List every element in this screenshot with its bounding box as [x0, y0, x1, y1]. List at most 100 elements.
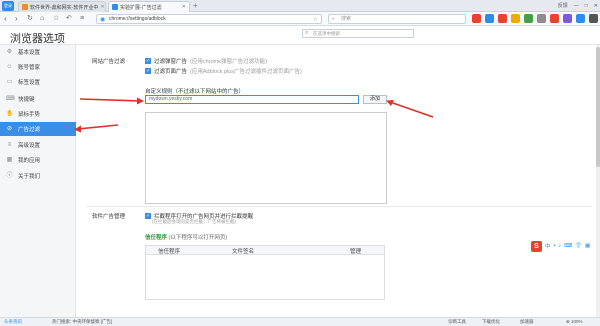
column-header: 信任程序 — [158, 249, 181, 255]
maximize-button[interactable]: □ — [585, 0, 588, 12]
tab-adblock[interactable]: 实验扩展-广告过滤 ✕ — [108, 1, 190, 12]
zoom-level[interactable]: ⊕ 100% — [566, 319, 583, 325]
extension-icon[interactable] — [485, 14, 494, 23]
arrow-to-input — [79, 98, 142, 102]
tab-favicon — [112, 4, 118, 10]
popup-filter-option[interactable]: ✓ 过滤弹窗广告 (应用chrome弹窗广告过滤功能) — [145, 57, 267, 65]
ime-toolbar[interactable]: S 中 • ♪ ⌨ 👕 ▦ — [531, 240, 597, 252]
page-filter-option[interactable]: ✓ 过滤页面广告 (应用Adblock plus广告过滤插件过滤页面广告) — [145, 67, 302, 75]
intercept-checkbox[interactable]: ✓ — [145, 213, 151, 219]
arrow-to-add-button — [389, 101, 434, 118]
menu-icon[interactable]: ≡ — [80, 14, 84, 24]
arrowhead — [386, 100, 394, 106]
settings-search-placeholder: 在选项中搜索 — [313, 31, 340, 36]
sidebar-item-label: 快捷键 — [18, 97, 35, 103]
punctuation-icon[interactable]: • — [554, 243, 556, 249]
column-header: 文件签名 — [232, 249, 255, 255]
search-icon: ⌕ — [332, 16, 335, 22]
extension-icon[interactable] — [498, 14, 507, 23]
tab-bar: 登录 软件世界-鼎和网实·软件开业中 ✕ 实验扩展-广告过滤 ✕ + 反馈 — … — [0, 0, 600, 12]
sidebar-item-apps[interactable]: ▦ 我的应用 — [0, 153, 76, 167]
column-header: 管理 — [350, 249, 362, 255]
intercept-hint: (在拦截后会询问是否拦截，广告将被拦截) — [152, 219, 236, 224]
star-icon[interactable]: ☆ — [313, 16, 318, 23]
mouse-icon: ✋ — [6, 110, 14, 117]
refresh-icon[interactable]: ↻ — [27, 14, 33, 24]
tab-label: 软件世界-鼎和网实·软件开业中 — [30, 4, 99, 11]
rule-list[interactable] — [145, 112, 387, 204]
new-tab-button[interactable]: + — [193, 1, 198, 11]
custom-rule-input[interactable]: mydown.yesky.com — [145, 95, 359, 104]
program-section-label: 软件广告管理 — [92, 214, 126, 220]
browser-logo[interactable]: 登录 — [2, 1, 14, 11]
sidebar-item-tabs[interactable]: ▭ 标签设置 — [0, 75, 76, 89]
option-hint: (应用Adblock plus广告过滤插件过滤页面广告) — [190, 69, 302, 75]
extension-icon[interactable] — [563, 14, 572, 23]
extension-icon[interactable] — [537, 14, 546, 23]
search-input[interactable]: ⌕ 搜索 — [328, 14, 466, 24]
address-text: chrome://settings/adblock — [109, 16, 166, 22]
arrow-to-sidebar-adblock — [77, 124, 119, 130]
gear-icon: ⚙ — [6, 48, 13, 55]
minimize-button[interactable]: — — [574, 0, 579, 12]
sogou-logo-icon[interactable]: S — [531, 240, 542, 252]
settings-sidebar: ⚙ 基本设置 ☺ 账号管家 ▭ 标签设置 ⌨ 快捷键 ✋ 鼠标手势 ⊘ 广告过滤… — [0, 45, 76, 317]
main-scrollbar[interactable] — [596, 45, 600, 317]
header-divider — [0, 44, 600, 45]
tab-label: 实验扩展-广告过滤 — [120, 4, 162, 11]
sidebar-item-advanced[interactable]: ≡ 高级设置 — [0, 138, 76, 152]
keyboard-icon[interactable]: ⌨ — [564, 243, 572, 249]
tab-icon: ▭ — [6, 78, 13, 85]
undo-icon[interactable]: ↶ — [66, 14, 72, 24]
skin-icon[interactable]: 👕 — [575, 243, 582, 249]
toolbox-icon[interactable]: ▦ — [585, 243, 590, 249]
keyboard-icon: ⌨ — [6, 95, 15, 102]
sidebar-item-gestures[interactable]: ✋ 鼠标手势 — [0, 107, 76, 121]
address-bar[interactable]: ◉ chrome://settings/adblock ☆ — [96, 14, 322, 24]
navigation-toolbar: ‹ › ↻ ⌂ ☆ ↶ ≡ ◉ chrome://settings/adbloc… — [0, 12, 600, 26]
whitelist-hint: (以下程序可以打开网页) — [168, 235, 228, 241]
voice-icon[interactable]: ♪ — [558, 243, 561, 249]
page-filter-checkbox[interactable]: ✓ — [145, 68, 151, 74]
forward-icon[interactable]: › — [15, 14, 18, 24]
info-icon: ⓘ — [6, 172, 13, 179]
chinese-mode-icon[interactable]: 中 — [545, 242, 551, 250]
accelerator-button[interactable]: 加速器 — [520, 319, 534, 325]
diagnose-button[interactable]: 诊断工具 — [448, 319, 466, 325]
advanced-icon: ≡ — [7, 141, 12, 148]
block-icon: ⊘ — [6, 125, 13, 132]
download-button[interactable]: 下载优化 — [482, 319, 500, 325]
hot-search-text[interactable]: 热门搜索: 中央环保督察 [广告] — [52, 319, 112, 325]
option-label: 过滤弹窗广告 — [154, 59, 188, 65]
popup-filter-checkbox[interactable]: ✓ — [145, 58, 151, 64]
sidebar-item-shortcuts[interactable]: ⌨ 快捷键 — [0, 92, 76, 106]
tab-softworld[interactable]: 软件世界-鼎和网实·软件开业中 ✕ — [18, 1, 106, 12]
close-icon[interactable]: ✕ — [100, 4, 104, 10]
extension-icon[interactable] — [550, 14, 559, 23]
feedback-button[interactable]: 反馈 — [558, 0, 568, 12]
extension-icon[interactable] — [472, 14, 481, 23]
close-icon[interactable]: ✕ — [182, 4, 186, 10]
option-hint: (应用chrome弹窗广告过滤功能) — [190, 59, 268, 65]
extension-icon[interactable] — [576, 14, 585, 23]
extension-icon[interactable] — [524, 14, 533, 23]
arrowhead — [137, 97, 144, 105]
sidebar-item-about[interactable]: ⓘ 关于我们 — [0, 169, 76, 183]
settings-search-input[interactable]: ⌕ 在选项中搜索 — [302, 29, 414, 38]
extension-icons — [472, 14, 598, 23]
sidebar-item-adblock[interactable]: ⊘ 广告过滤 — [0, 122, 76, 136]
bookmark-icon[interactable]: ☆ — [53, 14, 59, 24]
sidebar-item-basic[interactable]: ⚙ 基本设置 — [0, 45, 76, 59]
home-icon[interactable]: ⌂ — [40, 14, 44, 24]
close-window-button[interactable]: ✕ — [594, 0, 598, 12]
add-rule-button[interactable]: 添加 — [363, 95, 387, 104]
back-icon[interactable]: ‹ — [4, 14, 7, 24]
extension-icon[interactable] — [511, 14, 520, 23]
sidebar-item-label: 广告过滤 — [18, 127, 41, 133]
status-bar: 头条资讯 热门搜索: 中央环保督察 [广告] 诊断工具 下载优化 加速器 ⊕ 1… — [0, 317, 600, 326]
sidebar-item-label: 关于我们 — [18, 174, 41, 180]
sidebar-item-account[interactable]: ☺ 账号管家 — [0, 60, 76, 74]
news-button[interactable]: 头条资讯 — [4, 319, 22, 325]
scrollbar-thumb[interactable] — [596, 47, 600, 167]
extension-icon[interactable] — [589, 14, 598, 23]
